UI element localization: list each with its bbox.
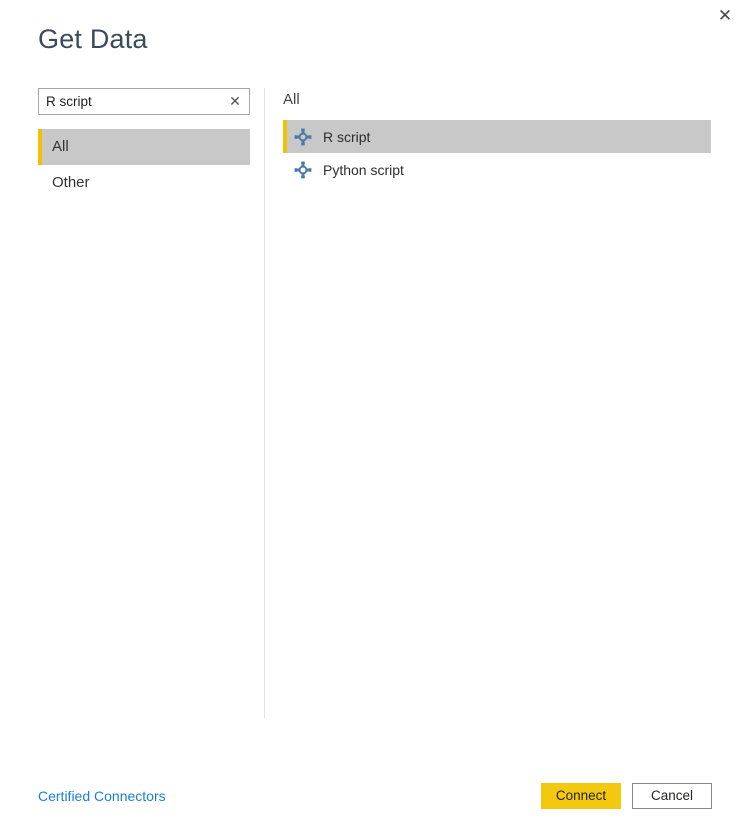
pane-divider <box>264 88 265 718</box>
connector-list: R script Python script <box>283 120 711 186</box>
category-list: All Other <box>38 129 250 201</box>
close-button[interactable]: ✕ <box>702 0 748 32</box>
list-item-python-script[interactable]: Python script <box>283 153 711 186</box>
script-connector-icon <box>294 161 312 178</box>
search-input[interactable] <box>39 89 249 114</box>
sidebar-item-other[interactable]: Other <box>38 165 250 201</box>
search-box[interactable]: ✕ <box>38 88 250 115</box>
clear-search-icon[interactable]: ✕ <box>227 94 243 110</box>
cancel-button[interactable]: Cancel <box>632 783 712 809</box>
left-pane: ✕ All Other <box>38 88 250 217</box>
script-connector-icon <box>294 128 312 145</box>
get-data-dialog: ✕ Get Data ✕ All Other All <box>0 0 748 823</box>
connector-label: Python script <box>323 161 404 178</box>
list-item-r-script[interactable]: R script <box>283 120 711 153</box>
footer-button-group: Connect Cancel <box>541 783 712 809</box>
dialog-footer: Certified Connectors Connect Cancel <box>0 727 748 823</box>
page-title: Get Data <box>38 24 148 54</box>
certified-connectors-link[interactable]: Certified Connectors <box>38 788 166 804</box>
connect-button[interactable]: Connect <box>541 783 621 809</box>
sidebar-item-all[interactable]: All <box>38 129 250 165</box>
connector-list-header: All <box>283 91 300 108</box>
connector-label: R script <box>323 128 371 145</box>
category-label: All <box>52 138 69 155</box>
category-label: Other <box>52 174 90 191</box>
close-icon: ✕ <box>717 5 733 26</box>
right-pane: All R script Python script <box>283 90 711 186</box>
